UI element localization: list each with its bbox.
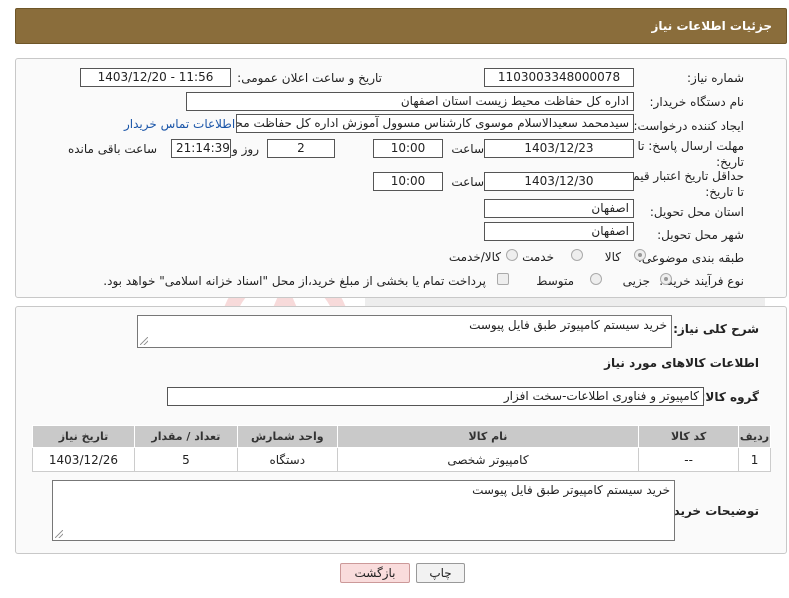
remaining-days-field[interactable]: 2: [267, 139, 335, 158]
process-radio-minor[interactable]: [660, 273, 672, 285]
announce-datetime-field[interactable]: 1403/12/20 - 11:56: [80, 68, 231, 87]
process-option-medium: متوسط: [536, 274, 574, 288]
city-label: شهر محل تحویل:: [657, 228, 744, 242]
cell-need-date: 1403/12/26: [32, 447, 135, 472]
goods-table: ردیف کد کالا نام کالا واحد شمارش تعداد /…: [32, 425, 771, 472]
category-option-goods-service: کالا/خدمت: [448, 250, 501, 264]
col-need-date: تاریخ نیاز: [32, 425, 135, 448]
buyer-org-label: نام دستگاه خریدار:: [649, 95, 745, 109]
announce-datetime-label: تاریخ و ساعت اعلان عمومی:: [237, 71, 382, 85]
remaining-time-field[interactable]: 21:14:39: [171, 139, 231, 158]
cell-unit: دستگاه: [236, 447, 338, 472]
province-field[interactable]: اصفهان: [484, 199, 634, 218]
treasury-payment-checkbox[interactable]: [497, 273, 509, 285]
col-row-number: ردیف: [738, 425, 771, 448]
category-radio-goods-service[interactable]: [506, 249, 518, 261]
validity-date-field[interactable]: 1403/12/30: [484, 172, 634, 191]
reply-date-field[interactable]: 1403/12/23: [484, 139, 634, 158]
cell-goods-name: کامپیوتر شخصی: [336, 447, 640, 472]
back-button[interactable]: بازگشت: [340, 563, 410, 583]
col-goods-code: کد کالا: [638, 425, 740, 448]
goods-group-label: گروه کالا:: [700, 390, 759, 404]
goods-group-field[interactable]: کامپیوتر و فناوری اطلاعات-سخت افزار: [167, 387, 704, 406]
page-title: جزئیات اطلاعات نیاز: [651, 19, 772, 33]
process-type-label: نوع فرآیند خرید :: [659, 274, 744, 288]
city-field[interactable]: اصفهان: [484, 222, 634, 241]
table-header-row: ردیف کد کالا نام کالا واحد شمارش تعداد /…: [32, 425, 771, 448]
buyer-org-field[interactable]: اداره کل حفاظت محیط زیست استان اصفهان: [186, 92, 634, 111]
reply-time-field[interactable]: 10:00: [373, 139, 443, 158]
cell-row-number: 1: [738, 447, 771, 472]
validity-time-field[interactable]: 10:00: [373, 172, 443, 191]
buyer-contact-link[interactable]: اطلاعات تماس خریدار: [124, 117, 235, 131]
resize-grip-icon[interactable]: [55, 530, 63, 538]
need-summary-text: خرید سیستم کامپیوتر طبق فایل پیوست: [469, 318, 667, 332]
resize-grip-icon[interactable]: [140, 337, 148, 345]
print-button[interactable]: چاپ: [416, 563, 465, 583]
reply-deadline-label: مهلت ارسال پاسخ: تا تاریخ:: [637, 139, 744, 169]
table-row[interactable]: 1 -- کامپیوتر شخصی دستگاه 5 1403/12/26: [32, 447, 771, 472]
cell-goods-code: --: [638, 447, 740, 472]
category-radio-service[interactable]: [571, 249, 583, 261]
validity-time-label: ساعت: [451, 175, 484, 189]
page-header: جزئیات اطلاعات نیاز: [15, 8, 787, 44]
need-number-field[interactable]: 1103003348000078: [484, 68, 634, 87]
buyer-notes-text: خرید سیستم کامپیوتر طبق فایل پیوست: [472, 483, 670, 497]
category-option-service: خدمت: [522, 250, 554, 264]
process-option-minor: جزیی: [622, 274, 650, 288]
treasury-payment-note: پرداخت تمام یا بخشی از مبلغ خرید،از محل …: [103, 274, 486, 288]
need-number-label: شماره نیاز:: [687, 71, 744, 85]
process-radio-medium[interactable]: [590, 273, 602, 285]
requester-field[interactable]: سیدمحمد سعیدالاسلام موسوی کارشناس مسوول …: [236, 114, 634, 133]
col-goods-name: نام کالا: [336, 425, 640, 448]
need-summary-textarea[interactable]: خرید سیستم کامپیوتر طبق فایل پیوست: [137, 315, 672, 348]
category-radio-goods[interactable]: [634, 249, 646, 261]
province-label: استان محل تحویل:: [649, 205, 744, 219]
goods-info-title: اطلاعات کالاهای مورد نیاز: [604, 356, 759, 370]
col-quantity: تعداد / مقدار: [134, 425, 238, 448]
category-label: طبقه بندی موضوعی:: [637, 251, 744, 265]
cell-quantity: 5: [134, 447, 238, 472]
col-unit: واحد شمارش: [236, 425, 338, 448]
need-summary-label: شرح کلی نیاز:: [673, 322, 759, 336]
buyer-notes-textarea[interactable]: خرید سیستم کامپیوتر طبق فایل پیوست: [52, 480, 675, 541]
requester-label: ایجاد کننده درخواست:: [633, 119, 744, 133]
reply-time-label: ساعت: [451, 142, 484, 156]
days-label: روز و: [232, 142, 259, 156]
remaining-time-label: ساعت باقی مانده: [67, 142, 157, 156]
category-option-goods: کالا: [604, 250, 621, 264]
